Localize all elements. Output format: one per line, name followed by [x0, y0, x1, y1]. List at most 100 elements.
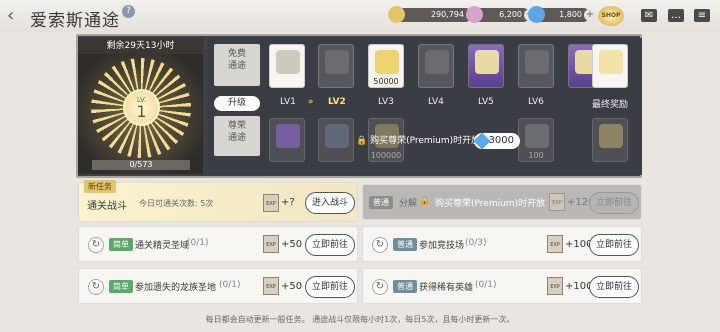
task-card: ↻ 简单 参加遗失的龙族圣地 (0/1) EXP +50 立即前往: [78, 268, 358, 304]
go-now-button[interactable]: 立即前往: [589, 234, 639, 256]
reward-item-icon: [525, 124, 549, 148]
lock-icon: 🔒: [356, 136, 368, 146]
level-label: LV5: [478, 97, 494, 107]
free-reward-final[interactable]: [592, 44, 628, 88]
level-label-current: LV2: [328, 97, 346, 107]
shop-button[interactable]: SHOP: [598, 6, 624, 26]
exp-icon: EXP: [263, 277, 279, 295]
task-text: 参加遗失的龙族圣地: [135, 283, 217, 293]
task-tag: 普通: [393, 280, 417, 293]
exp-icon: EXP: [547, 235, 563, 253]
task-reward: +50: [281, 239, 303, 250]
battle-task-card: 通关战斗 今日可通关次数: 5次 EXP +? 进入战斗: [78, 182, 358, 222]
lock-icon: 🔒: [419, 196, 431, 206]
task-count: (0/1): [475, 280, 497, 290]
level-row: LV1 » LV2 LV3 LV4 LV5 LV6 最终奖励: [262, 97, 640, 111]
time-left: 剩余29天13小时: [78, 38, 203, 54]
free-reward-lv1[interactable]: [269, 44, 305, 88]
upgrade-button[interactable]: 升级: [214, 96, 260, 111]
task-count: (0/3): [465, 238, 487, 248]
free-reward-lv6[interactable]: [518, 44, 554, 88]
task-text: 参加竞技场: [419, 241, 465, 251]
locked-task-card: 普通 分解 🔒 购买尊荣(Premium)时开放 EXP +120 立即前往: [362, 184, 642, 220]
reward-amount: 100: [528, 151, 544, 160]
reward-amount: 100000: [370, 151, 402, 160]
currency-crystal: 1,800 +: [528, 6, 596, 23]
battle-task-title: 通关战斗: [87, 201, 127, 212]
task-tag: 简单: [109, 280, 133, 293]
locked-task-text: 分解: [399, 199, 418, 209]
crystal-icon: [528, 6, 545, 23]
premium-cost: 3000: [488, 135, 514, 146]
battle-task-sub: 今日可通关次数: 5次: [139, 199, 214, 208]
level-number: 1: [136, 102, 147, 121]
gem-value: 6,200: [499, 10, 522, 19]
task-text: 通关精灵圣域: [135, 241, 190, 251]
gold-value: 290,794: [430, 10, 464, 19]
locked-task-notice: 购买尊荣(Premium)时开放: [435, 199, 546, 209]
reward-item-icon: [276, 124, 300, 148]
cross-emblem-icon: [599, 124, 623, 148]
task-text: 获得稀有英雄: [419, 283, 474, 293]
exp-icon: EXP: [263, 194, 279, 212]
back-arrow-icon[interactable]: ‹: [7, 6, 25, 26]
exp-icon: EXP: [547, 277, 563, 295]
premium-buy-button[interactable]: 3000: [473, 132, 520, 150]
add-crystal-icon[interactable]: +: [584, 9, 596, 21]
mail-icon[interactable]: ✉: [641, 9, 657, 22]
premium-reward-final[interactable]: [592, 118, 628, 162]
level-progress: 0/573: [92, 160, 190, 170]
task-card: ↻ 普通 参加竞技场 (0/3) EXP +100 立即前往: [362, 226, 642, 262]
free-reward-lv3[interactable]: 50000: [368, 44, 404, 88]
task-card: ↻ 普通 获得稀有英雄 (0/1) EXP +100 立即前往: [362, 268, 642, 304]
reward-item-icon: [325, 50, 349, 74]
level-label-final: 最终奖励: [592, 100, 629, 110]
go-now-button[interactable]: 立即前往: [589, 276, 639, 298]
premium-track-label: 尊荣 通途: [214, 116, 260, 156]
reward-item-icon: [276, 50, 300, 74]
free-reward-lv2[interactable]: [318, 44, 354, 88]
task-card: ↻ 简单 通关精灵圣域 (0/1) EXP +50 立即前往: [78, 226, 358, 262]
chat-icon[interactable]: …: [668, 9, 684, 22]
refresh-icon[interactable]: ↻: [372, 279, 388, 295]
enter-battle-button[interactable]: 进入战斗: [305, 192, 355, 214]
currency-gem: 6,200 +: [466, 6, 536, 23]
level-medal: LV. 1: [123, 89, 160, 126]
free-reward-lv5[interactable]: [468, 44, 504, 88]
reward-item-icon: [425, 50, 449, 74]
level-label: LV4: [428, 97, 444, 107]
go-now-button[interactable]: 立即前往: [305, 234, 355, 256]
gold-coin-icon: [375, 50, 399, 74]
go-now-button-disabled: 立即前往: [589, 192, 639, 214]
go-now-button[interactable]: 立即前往: [305, 276, 355, 298]
gem-icon: [466, 6, 483, 23]
level-panel: 剩余29天13小时 LV. 1 0/573: [78, 38, 203, 174]
refresh-icon[interactable]: ↻: [88, 237, 104, 253]
new-task-tag: 新任务: [84, 180, 116, 193]
reward-item-icon: [525, 50, 549, 74]
current-level-arrow-icon: »: [308, 97, 314, 107]
free-track-label: 免费 通途: [214, 44, 260, 86]
task-tag: 简单: [109, 238, 133, 251]
footer-note: 每日都会自动更新一般任务。 通途战斗仅限每小时1次，每日5次，且每小时更新一次。: [205, 315, 515, 324]
treasure-box-icon: [475, 50, 499, 74]
currency-gold: 290,794 +: [388, 6, 478, 23]
help-icon[interactable]: ?: [122, 5, 135, 18]
refresh-icon[interactable]: ↻: [88, 279, 104, 295]
task-reward: +50: [281, 281, 303, 292]
reward-amount: 50000: [373, 77, 399, 86]
menu-icon[interactable]: ≡: [694, 9, 710, 22]
premium-reward-lv2[interactable]: [318, 118, 354, 162]
top-bar: ‹ 爱索斯通途 ? 290,794 + 6,200 + 1,800 + SHOP…: [0, 0, 720, 32]
premium-reward-lv1[interactable]: [269, 118, 305, 162]
level-label: LV1: [280, 97, 296, 107]
treasure-box-icon: [325, 124, 349, 148]
crystal-value: 1,800: [559, 10, 582, 19]
level-label: LV6: [528, 97, 544, 107]
task-count: (0/1): [219, 280, 241, 290]
task-count: (0/1): [187, 238, 209, 248]
refresh-icon[interactable]: ↻: [372, 237, 388, 253]
exp-icon: EXP: [549, 193, 565, 211]
free-reward-lv4[interactable]: [418, 44, 454, 88]
gold-coin-icon: [388, 6, 405, 23]
